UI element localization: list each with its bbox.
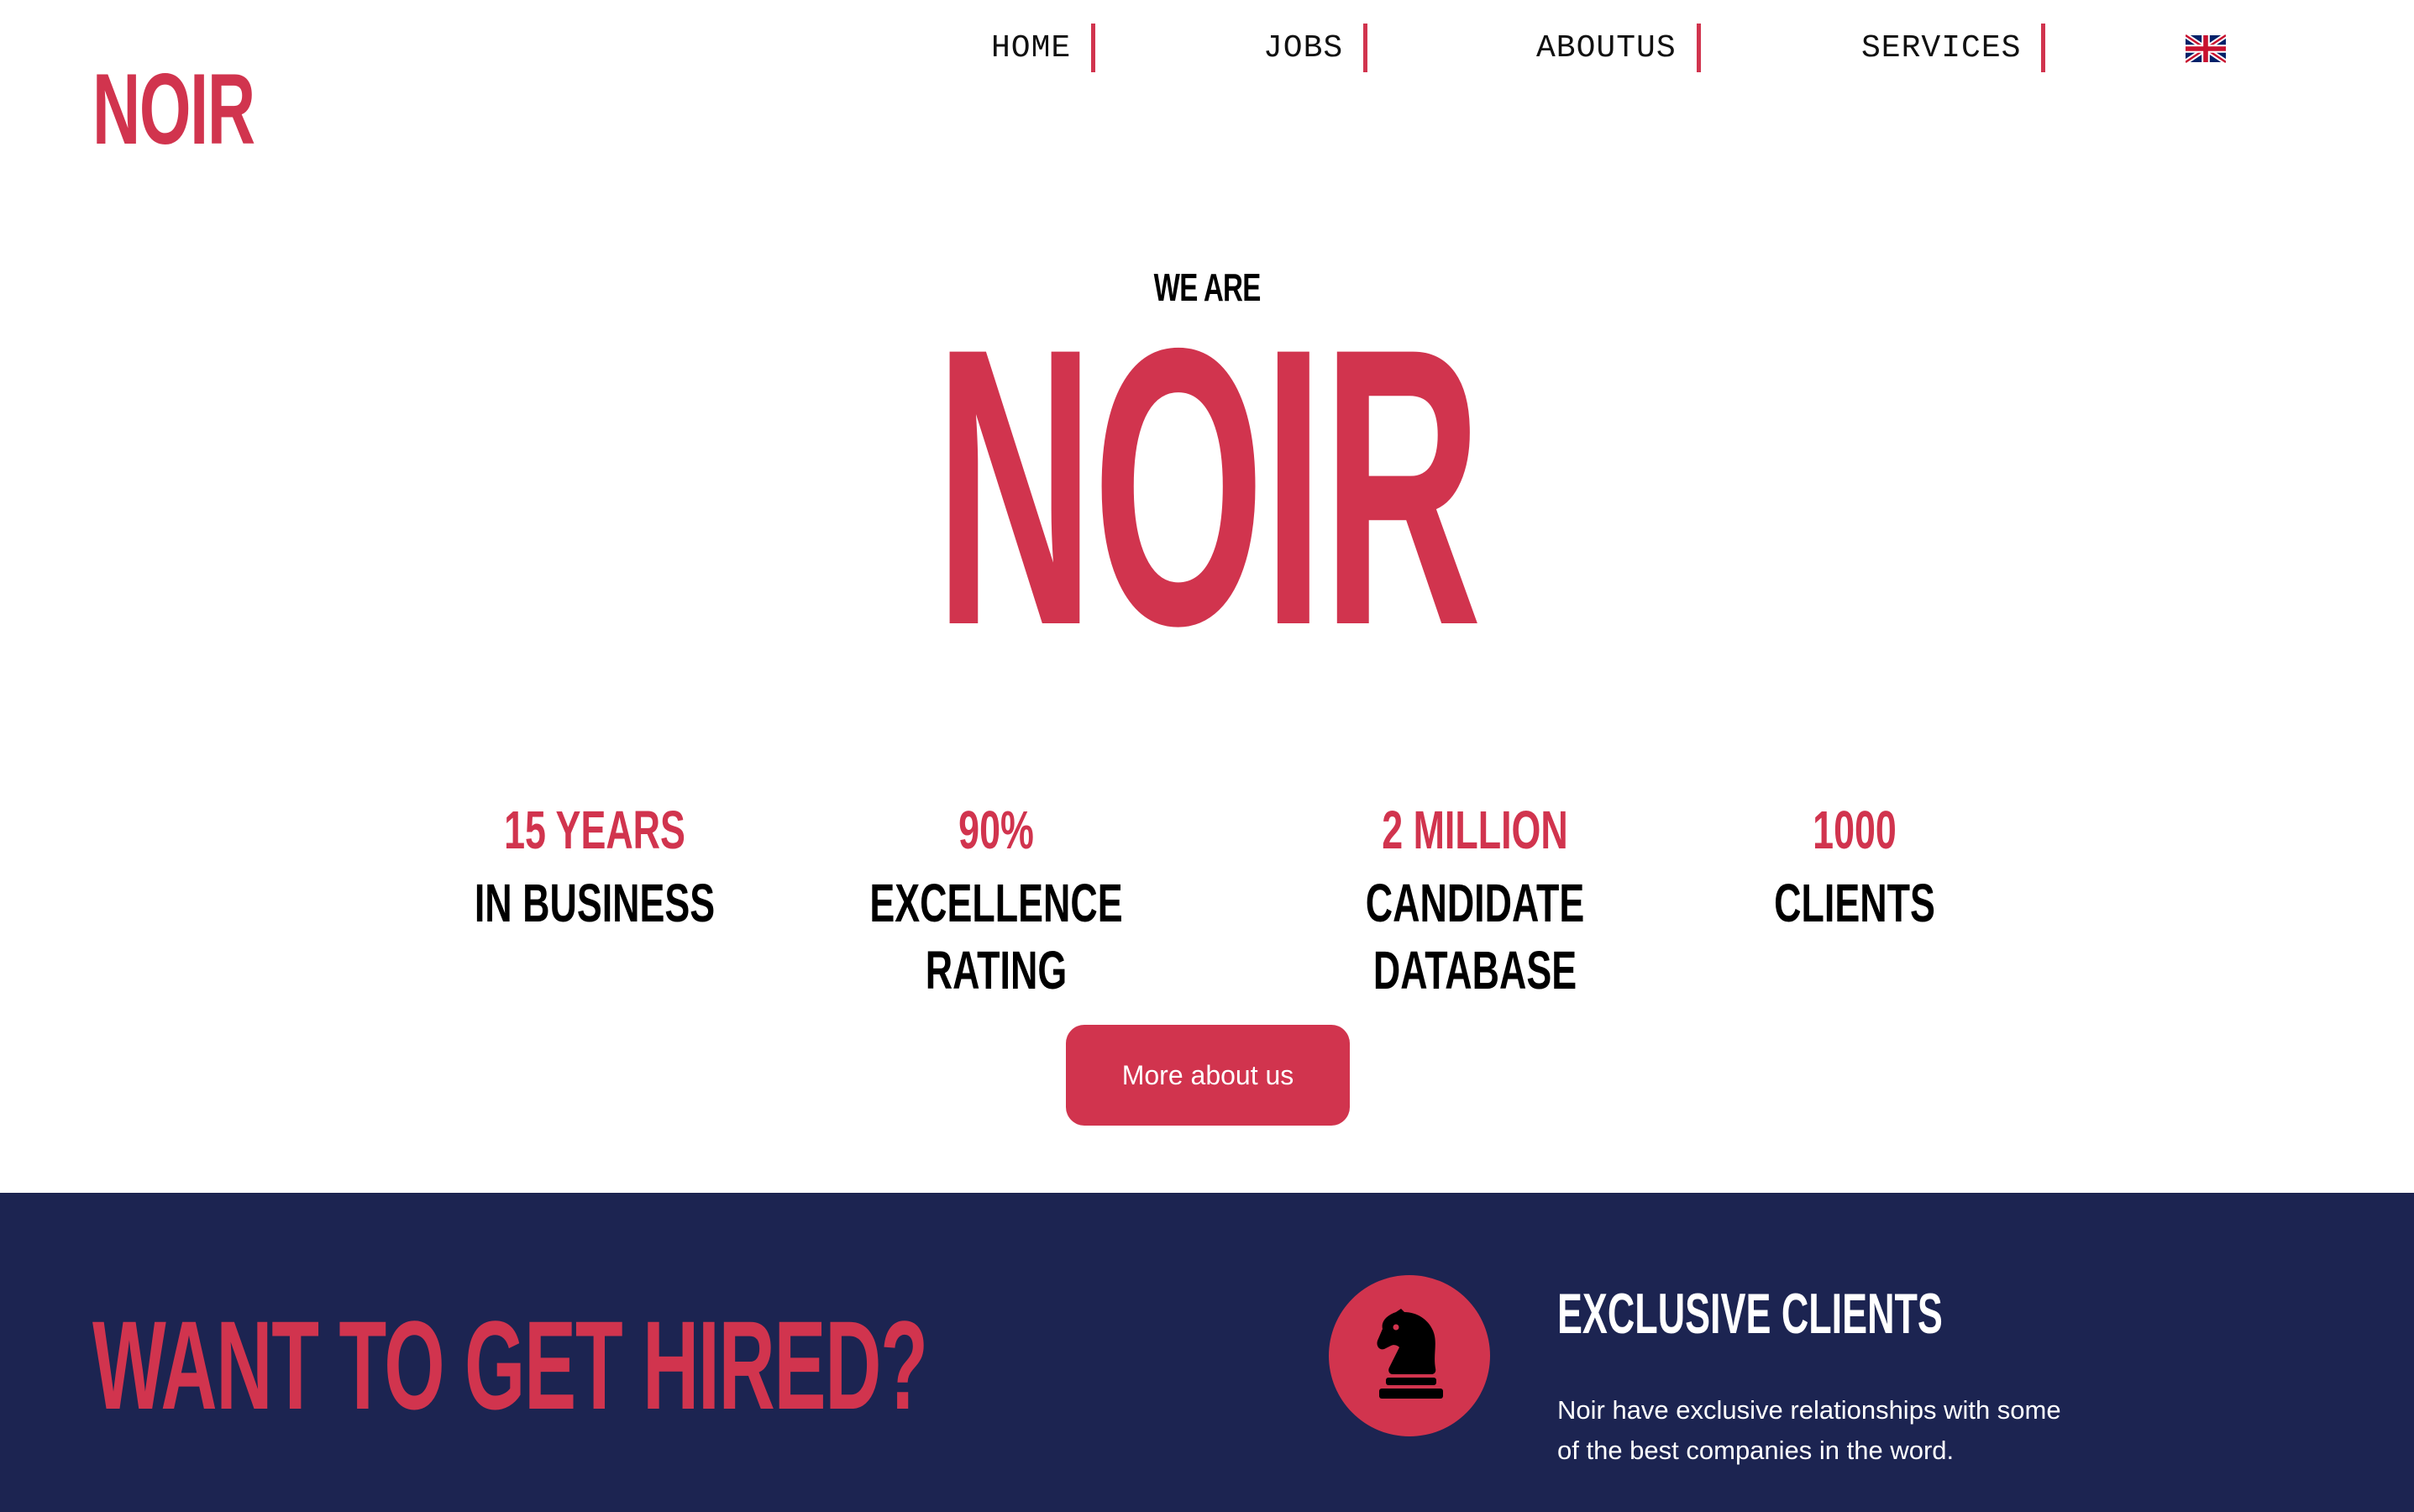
uk-flag-icon[interactable] — [2184, 33, 2228, 65]
hire-section: WANT TO GET HIRED? EXCLUSIVE CLIENTS Noi… — [0, 1193, 2414, 1512]
stat-label: IN BUSINESS — [474, 872, 716, 933]
stat-value: 1000 — [1813, 800, 1897, 860]
feature-title: EXCLUSIVE CLIENTS — [1557, 1282, 1943, 1346]
stat-clients: 1000 CLIENTS — [1603, 798, 2107, 937]
main-nav: HOME JOBS ABOUTUS SERVICES — [0, 24, 2414, 74]
stat-label: EXCELLENCE RATING — [869, 872, 1123, 1000]
hero-title: NOIR — [0, 290, 2414, 685]
nav-item-home[interactable]: HOME — [991, 24, 1096, 72]
hero-title-text: NOIR — [934, 266, 1481, 707]
page: NOIR HOME JOBS ABOUTUS SERVICES WE ARE N… — [0, 0, 2414, 1512]
stat-value: 2 MILLION — [1382, 800, 1568, 860]
hire-heading: WANT TO GET HIRED? — [92, 1294, 928, 1436]
nav-item-label: HOME — [991, 29, 1072, 66]
feature-icon-circle — [1329, 1275, 1490, 1436]
nav-item-about-us[interactable]: ABOUTUS — [1536, 24, 1701, 72]
nav-item-label: ABOUTUS — [1536, 29, 1677, 66]
stats-row: 15 YEARS IN BUSINESS 90% EXCELLENCE RATI… — [0, 798, 2414, 1000]
stat-value: 15 YEARS — [504, 800, 685, 860]
feature-description: Noir have exclusive relationships with s… — [1557, 1395, 2061, 1465]
chess-knight-icon — [1371, 1307, 1448, 1405]
more-about-us-button[interactable]: More about us — [1066, 1025, 1350, 1126]
nav-item-jobs[interactable]: JOBS — [1263, 24, 1368, 72]
stat-label: CANDIDATE DATABASE — [1365, 872, 1585, 1000]
stat-excellence: 90% EXCELLENCE RATING — [744, 798, 1248, 1004]
nav-item-label: JOBS — [1263, 29, 1344, 66]
nav-item-label: SERVICES — [1861, 29, 2022, 66]
logo[interactable]: NOIR — [92, 59, 255, 164]
stat-label: CLIENTS — [1774, 872, 1935, 933]
nav-item-services[interactable]: SERVICES — [1861, 24, 2046, 72]
stat-value: 90% — [958, 800, 1034, 860]
